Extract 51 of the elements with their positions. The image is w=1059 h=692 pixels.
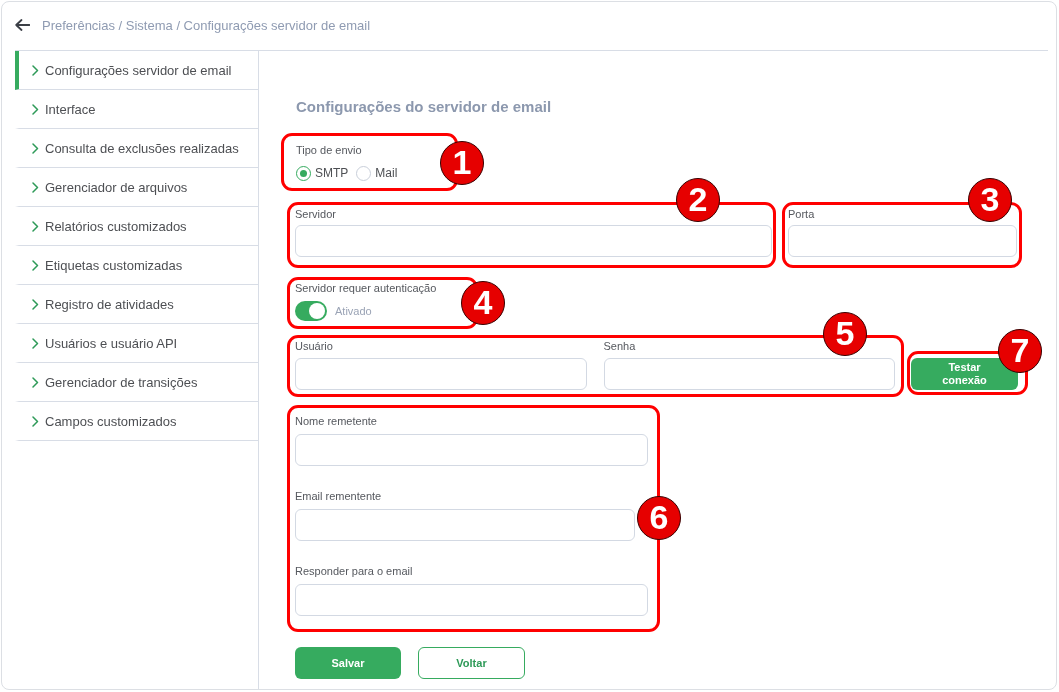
callout-number: 4: [461, 281, 505, 325]
chevron-right-icon: [32, 415, 39, 427]
sidebar-item[interactable]: Registro de atividades: [15, 285, 258, 324]
sidebar-item[interactable]: Relatórios customizados: [15, 207, 258, 246]
chevron-right-icon: [32, 64, 39, 76]
sidebar-item[interactable]: Configurações servidor de email: [15, 51, 258, 90]
chevron-right-icon: [32, 259, 39, 271]
field-label: Servidor requer autenticação: [295, 281, 438, 295]
toggle-state-label: Ativado: [335, 305, 372, 317]
text-input[interactable]: [295, 434, 648, 466]
callout-number: 6: [637, 496, 681, 540]
field-label: Tipo de envio: [296, 143, 363, 157]
sidebar-item[interactable]: Usuários e usuário API: [15, 324, 258, 363]
sidebar-item[interactable]: Interface: [15, 90, 258, 129]
sidebar-item[interactable]: Campos customizados: [15, 402, 258, 441]
sidebar-item[interactable]: Consulta de exclusões realizadas: [15, 129, 258, 168]
breadcrumb: Preferências / Sistema / Configurações servidor de email: [42, 18, 371, 34]
chevron-right-icon: [32, 181, 39, 193]
sidebar-item[interactable]: Etiquetas customizadas: [15, 246, 258, 285]
field-label: Usuário: [295, 339, 334, 353]
text-input[interactable]: [603, 358, 895, 390]
text-input[interactable]: [295, 225, 772, 257]
text-input[interactable]: [788, 225, 1017, 257]
chevron-right-icon: [32, 376, 39, 388]
toggle-switch[interactable]: [295, 301, 327, 321]
callout-number: 2: [676, 178, 720, 222]
secondary-button[interactable]: Voltar: [418, 647, 525, 679]
chevron-right-icon: [32, 142, 39, 154]
radio-option[interactable]: Mail: [356, 165, 398, 181]
callout-number: 5: [823, 312, 867, 356]
callout-number: 1: [440, 141, 484, 185]
chevron-right-icon: [32, 220, 39, 232]
section-title: Configurações do servidor de email: [296, 98, 552, 116]
radio-option[interactable]: SMTP: [296, 165, 349, 181]
field-label: Responder para o email: [295, 564, 414, 578]
back-arrow-icon[interactable]: [15, 19, 30, 31]
text-input[interactable]: [295, 509, 635, 541]
field-label: Servidor: [295, 207, 337, 221]
field-label: Nome remetente: [295, 414, 378, 428]
chevron-right-icon: [32, 337, 39, 349]
callout-number: 7: [998, 329, 1042, 373]
sidebar-item[interactable]: Gerenciador de transições: [15, 363, 258, 402]
sidebar-item[interactable]: Gerenciador de arquivos: [15, 168, 258, 207]
field-label: Email rementente: [295, 489, 383, 503]
field-label: Porta: [788, 207, 816, 221]
text-input[interactable]: [295, 358, 587, 390]
text-input[interactable]: [295, 584, 648, 616]
field-label: Senha: [603, 339, 637, 353]
chevron-right-icon: [32, 103, 39, 115]
chevron-right-icon: [32, 298, 39, 310]
callout-number: 3: [968, 178, 1012, 222]
